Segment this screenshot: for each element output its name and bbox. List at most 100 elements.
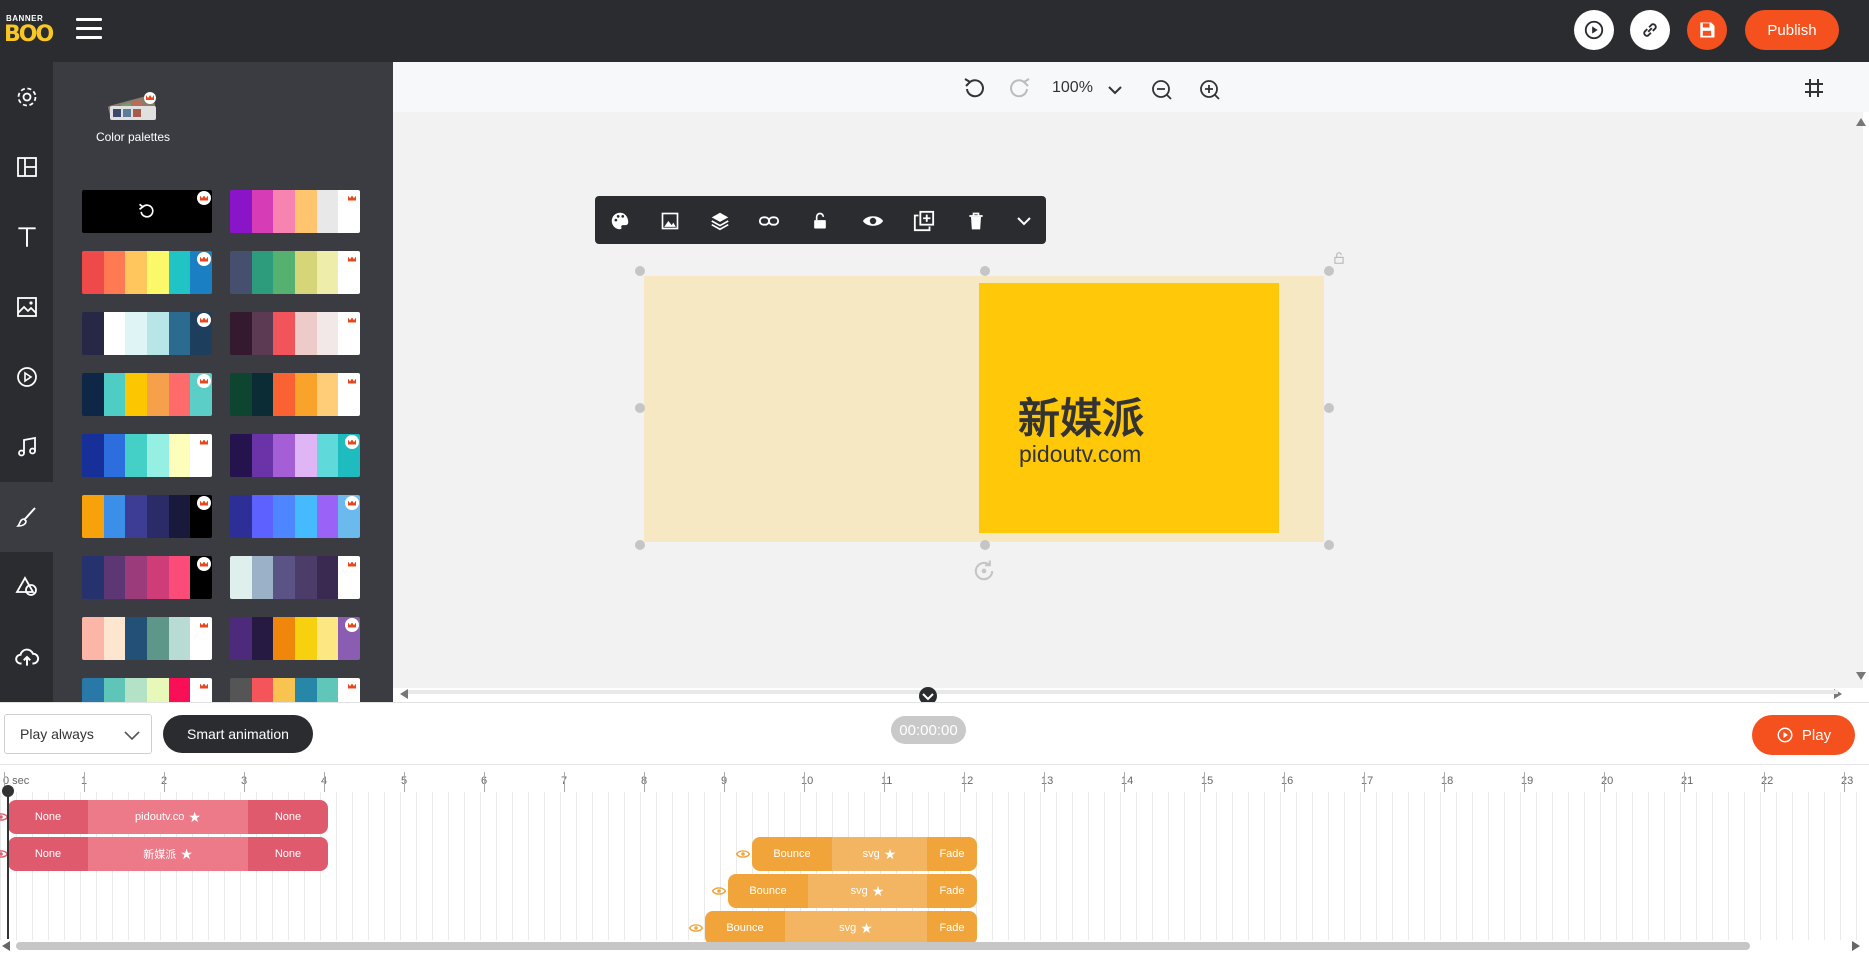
star-icon[interactable]: ★ (884, 846, 897, 863)
banner-url[interactable]: pidoutv.com (1019, 441, 1141, 468)
timeline-scrollbar[interactable] (16, 942, 1750, 950)
share-link-button[interactable] (1630, 10, 1670, 50)
star-icon[interactable]: ★ (180, 846, 193, 863)
track-segment[interactable]: svg ★ (832, 837, 927, 871)
rail-image[interactable] (0, 272, 53, 342)
scroll-right-icon[interactable] (1852, 941, 1860, 951)
publish-button[interactable]: Publish (1745, 10, 1839, 50)
rail-text[interactable] (0, 202, 53, 272)
banner-headline[interactable]: 新媒派 (1018, 385, 1144, 446)
palette-swatch[interactable] (82, 495, 212, 538)
resize-handle[interactable] (635, 540, 645, 550)
playhead[interactable] (7, 789, 9, 939)
save-button[interactable] (1687, 10, 1727, 50)
scroll-down-icon[interactable] (1856, 672, 1866, 680)
rail-layout[interactable] (0, 132, 53, 202)
timeline-ruler[interactable] (0, 764, 1869, 792)
track-segment[interactable]: Fade (927, 874, 977, 908)
track-segment[interactable]: svg ★ (785, 911, 927, 945)
chevron-down-icon[interactable] (1107, 84, 1123, 96)
rail-video[interactable] (0, 342, 53, 412)
trash-icon[interactable] (965, 210, 987, 232)
track-segment[interactable]: None (8, 800, 88, 834)
image-replace-icon[interactable] (659, 210, 681, 232)
palette-swatch[interactable] (230, 556, 360, 599)
timeline-track-bar[interactable]: Bounce svg ★ Fade (752, 837, 977, 871)
rail-music[interactable] (0, 412, 53, 482)
palette-swatch[interactable] (230, 678, 360, 702)
timeline-track-bar[interactable]: None pidoutv.co ★ None (8, 800, 328, 834)
palette-swatch[interactable] (230, 434, 360, 477)
zoom-out-icon[interactable] (1150, 78, 1174, 102)
eye-icon[interactable] (862, 210, 884, 232)
loop-select[interactable]: Play always (4, 714, 152, 754)
redo-icon[interactable] (1008, 76, 1032, 100)
track-segment[interactable]: svg ★ (808, 874, 927, 908)
palette-reset[interactable] (82, 190, 212, 233)
palette-swatch[interactable] (230, 190, 360, 233)
unlock-icon[interactable] (809, 210, 831, 232)
palette-swatch[interactable] (82, 373, 212, 416)
track-segment[interactable]: Bounce (705, 911, 785, 945)
star-icon[interactable]: ★ (188, 809, 201, 826)
app-logo[interactable]: BANNER BOO (4, 14, 54, 47)
palette-swatch[interactable] (230, 617, 360, 660)
timeline-track-bar[interactable]: None 新媒派 ★ None (8, 837, 328, 871)
resize-handle[interactable] (980, 540, 990, 550)
palette-swatch[interactable] (230, 312, 360, 355)
track-segment[interactable]: pidoutv.co ★ (88, 800, 248, 834)
palette-swatch[interactable] (230, 495, 360, 538)
rail-upload[interactable] (0, 622, 53, 692)
palette-swatch[interactable] (82, 251, 212, 294)
palette-swatch[interactable] (230, 373, 360, 416)
grid-icon[interactable] (1804, 78, 1824, 98)
palette-swatch[interactable] (82, 434, 212, 477)
track-segment[interactable]: Bounce (752, 837, 832, 871)
lock-icon[interactable] (1332, 250, 1346, 266)
scroll-up-icon[interactable] (1856, 118, 1866, 126)
resize-handle[interactable] (1324, 540, 1334, 550)
rotate-icon[interactable] (970, 557, 998, 585)
resize-handle[interactable] (635, 266, 645, 276)
zoom-in-icon[interactable] (1198, 78, 1222, 102)
menu-icon[interactable] (76, 18, 102, 40)
duplicate-icon[interactable] (913, 210, 935, 232)
palette-swatch[interactable] (82, 312, 212, 355)
resize-handle[interactable] (1324, 403, 1334, 413)
play-button[interactable]: Play (1752, 715, 1855, 755)
rail-settings[interactable] (0, 62, 53, 132)
track-segment[interactable]: None (248, 800, 328, 834)
playhead-handle[interactable] (2, 785, 14, 797)
scroll-left-icon[interactable] (400, 689, 408, 699)
scroll-left-icon[interactable] (2, 941, 10, 951)
preview-button[interactable] (1574, 10, 1614, 50)
star-icon[interactable]: ★ (872, 883, 885, 900)
visibility-eye-icon[interactable] (689, 923, 703, 933)
rail-shapes[interactable] (0, 552, 53, 622)
smart-animation-button[interactable]: Smart animation (163, 715, 313, 753)
track-segment[interactable]: 新媒派 ★ (88, 837, 248, 871)
resize-handle[interactable] (635, 403, 645, 413)
chevron-down-icon[interactable] (1013, 210, 1035, 232)
track-segment[interactable]: Fade (927, 837, 977, 871)
palette-swatch[interactable] (230, 251, 360, 294)
rail-colors[interactable] (0, 482, 53, 552)
palette-swatch[interactable] (82, 678, 212, 702)
canvas-scrollbar[interactable] (408, 690, 1838, 694)
palette-swatch[interactable] (82, 556, 212, 599)
resize-handle[interactable] (1324, 266, 1334, 276)
track-segment[interactable]: None (8, 837, 88, 871)
layers-icon[interactable] (709, 210, 731, 232)
visibility-eye-icon[interactable] (712, 886, 726, 896)
link-icon[interactable] (758, 210, 780, 232)
palette-swatch[interactable] (82, 617, 212, 660)
track-segment[interactable]: Fade (927, 911, 977, 945)
visibility-eye-icon[interactable] (736, 849, 750, 859)
palette-icon[interactable] (609, 210, 631, 232)
timeline-track-bar[interactable]: Bounce svg ★ Fade (705, 911, 977, 945)
track-segment[interactable]: Bounce (728, 874, 808, 908)
timeline-track-bar[interactable]: Bounce svg ★ Fade (728, 874, 977, 908)
zoom-level[interactable]: 100% (1052, 79, 1093, 97)
star-icon[interactable]: ★ (860, 920, 873, 937)
resize-handle[interactable] (980, 266, 990, 276)
